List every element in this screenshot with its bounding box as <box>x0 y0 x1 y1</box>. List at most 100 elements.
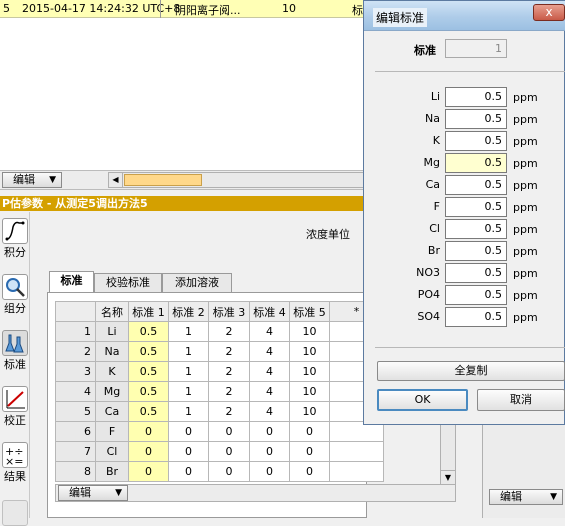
std-value-cell[interactable]: 0.5 <box>128 361 169 382</box>
std-value-cell[interactable]: 0 <box>208 441 250 462</box>
table-header-row: 名称 标准 1 标准 2 标准 3 标准 4 标准 5 * <box>55 301 384 322</box>
std-value-cell[interactable]: 0.5 <box>128 321 169 342</box>
col-header-std3[interactable]: 标准 3 <box>208 301 250 322</box>
std-value-cell[interactable]: 0 <box>289 461 330 482</box>
std-value-cell[interactable]: 0 <box>289 421 330 442</box>
element-name-cell[interactable]: K <box>95 361 129 382</box>
ok-button[interactable]: OK <box>377 389 468 411</box>
table-row[interactable]: 1 Li 0.5 1 2 4 10 <box>55 321 384 342</box>
table-row[interactable]: 7 Cl 0 0 0 0 0 <box>55 441 384 462</box>
element-name-cell[interactable]: Mg <box>95 381 129 402</box>
element-value-field[interactable]: 0.5 <box>445 263 507 283</box>
std-value-cell[interactable]: 2 <box>208 361 250 382</box>
empty-cell[interactable] <box>329 461 384 482</box>
copy-all-button[interactable]: 全复制 <box>377 361 565 381</box>
std-value-cell[interactable]: 10 <box>289 401 330 422</box>
element-name-cell[interactable]: F <box>95 421 129 442</box>
element-value-field[interactable]: 0.5 <box>445 307 507 327</box>
std-value-cell[interactable]: 4 <box>249 401 290 422</box>
std-value-cell[interactable]: 2 <box>208 381 250 402</box>
tool-component[interactable]: 组分 <box>0 274 30 316</box>
element-value-field[interactable]: 0.5 <box>445 219 507 239</box>
std-value-cell[interactable]: 0 <box>249 441 290 462</box>
std-value-cell[interactable]: 0.5 <box>128 401 169 422</box>
col-header-std5[interactable]: 标准 5 <box>289 301 330 322</box>
element-value-field[interactable]: 0.5 <box>445 197 507 217</box>
result-row[interactable]: 5 2015-04-17 14:24:32 UTC+8 阴阳离子阅... 10 … <box>0 0 380 18</box>
cancel-button[interactable]: 取消 <box>477 389 565 411</box>
element-value-field[interactable]: 0.5 <box>445 285 507 305</box>
std-value-cell[interactable]: 0 <box>289 441 330 462</box>
element-label: Mg <box>423 156 440 169</box>
col-header-std4[interactable]: 标准 4 <box>249 301 290 322</box>
std-value-cell[interactable]: 1 <box>168 361 209 382</box>
std-value-cell[interactable]: 0.5 <box>128 381 169 402</box>
col-header-std2[interactable]: 标准 2 <box>168 301 209 322</box>
std-value-cell[interactable]: 1 <box>168 341 209 362</box>
std-value-cell[interactable]: 4 <box>249 361 290 382</box>
col-header-name[interactable]: 名称 <box>95 301 129 322</box>
results-edit-button[interactable]: 编辑 ▼ <box>2 172 62 188</box>
std-value-cell[interactable]: 0 <box>249 421 290 442</box>
scroll-left-icon[interactable]: ◀ <box>109 173 123 187</box>
std-value-cell[interactable]: 4 <box>249 341 290 362</box>
element-value-field[interactable]: 0.5 <box>445 241 507 261</box>
results-toolbar: 编辑 ▼ ◀ <box>0 170 367 190</box>
std-value-cell[interactable]: 2 <box>208 321 250 342</box>
table-row[interactable]: 5 Ca 0.5 1 2 4 10 <box>55 401 384 422</box>
std-value-cell[interactable]: 2 <box>208 341 250 362</box>
std-value-cell[interactable]: 2 <box>208 401 250 422</box>
tool-standard[interactable]: 标准 <box>0 330 30 372</box>
std-value-cell[interactable]: 0 <box>208 461 250 482</box>
std-value-cell[interactable]: 1 <box>168 321 209 342</box>
table-row[interactable]: 4 Mg 0.5 1 2 4 10 <box>55 381 384 402</box>
std-value-cell[interactable]: 0.5 <box>128 341 169 362</box>
right-edit-button[interactable]: 编辑 ▼ <box>489 489 563 505</box>
element-value-field[interactable]: 0.5 <box>445 175 507 195</box>
col-header-std1[interactable]: 标准 1 <box>128 301 169 322</box>
std-value-cell[interactable]: 0 <box>168 461 209 482</box>
tool-integration[interactable]: 积分 <box>0 218 30 260</box>
element-name-cell[interactable]: Li <box>95 321 129 342</box>
table-row[interactable]: 3 K 0.5 1 2 4 10 <box>55 361 384 382</box>
table-row[interactable]: 2 Na 0.5 1 2 4 10 <box>55 341 384 362</box>
std-value-cell[interactable]: 0 <box>128 441 169 462</box>
element-value-field[interactable]: 0.5 <box>445 87 507 107</box>
element-name-cell[interactable]: Ca <box>95 401 129 422</box>
std-value-cell[interactable]: 0 <box>128 421 169 442</box>
std-value-cell[interactable]: 0 <box>249 461 290 482</box>
std-value-cell[interactable]: 4 <box>249 381 290 402</box>
element-value-field[interactable]: 0.5 <box>445 153 507 173</box>
element-name-cell[interactable]: Cl <box>95 441 129 462</box>
tab-add-solution[interactable]: 添加溶液 <box>162 273 232 292</box>
table-edit-button[interactable]: 编辑 ▼ <box>58 485 128 501</box>
tab-check-standard[interactable]: 校验标准 <box>94 273 162 292</box>
std-value-cell[interactable]: 0 <box>208 421 250 442</box>
std-value-cell[interactable]: 1 <box>168 381 209 402</box>
std-value-cell[interactable]: 1 <box>168 401 209 422</box>
std-value-cell[interactable]: 4 <box>249 321 290 342</box>
divider <box>375 71 565 72</box>
close-icon[interactable]: x <box>533 4 565 21</box>
element-name-cell[interactable]: Br <box>95 461 129 482</box>
std-value-cell[interactable]: 10 <box>289 361 330 382</box>
tab-standard[interactable]: 标准 <box>49 271 94 292</box>
tool-more[interactable] <box>0 500 30 526</box>
results-hscrollbar[interactable]: ◀ <box>108 172 366 188</box>
element-value-field[interactable]: 0.5 <box>445 131 507 151</box>
element-value-field[interactable]: 0.5 <box>445 109 507 129</box>
std-value-cell[interactable]: 0 <box>128 461 169 482</box>
empty-cell[interactable] <box>329 441 384 462</box>
scroll-thumb[interactable] <box>124 174 202 186</box>
std-value-cell[interactable]: 0 <box>168 421 209 442</box>
tool-calibration[interactable]: 校正 <box>0 386 30 428</box>
std-value-cell[interactable]: 10 <box>289 381 330 402</box>
element-name-cell[interactable]: Na <box>95 341 129 362</box>
std-value-cell[interactable]: 0 <box>168 441 209 462</box>
tool-result[interactable]: +÷ ×= 结果 <box>0 442 30 484</box>
std-value-cell[interactable]: 10 <box>289 341 330 362</box>
scroll-down-icon[interactable]: ▼ <box>441 470 455 484</box>
table-row[interactable]: 8 Br 0 0 0 0 0 <box>55 461 384 482</box>
std-value-cell[interactable]: 10 <box>289 321 330 342</box>
table-row[interactable]: 6F00000 <box>55 421 384 442</box>
